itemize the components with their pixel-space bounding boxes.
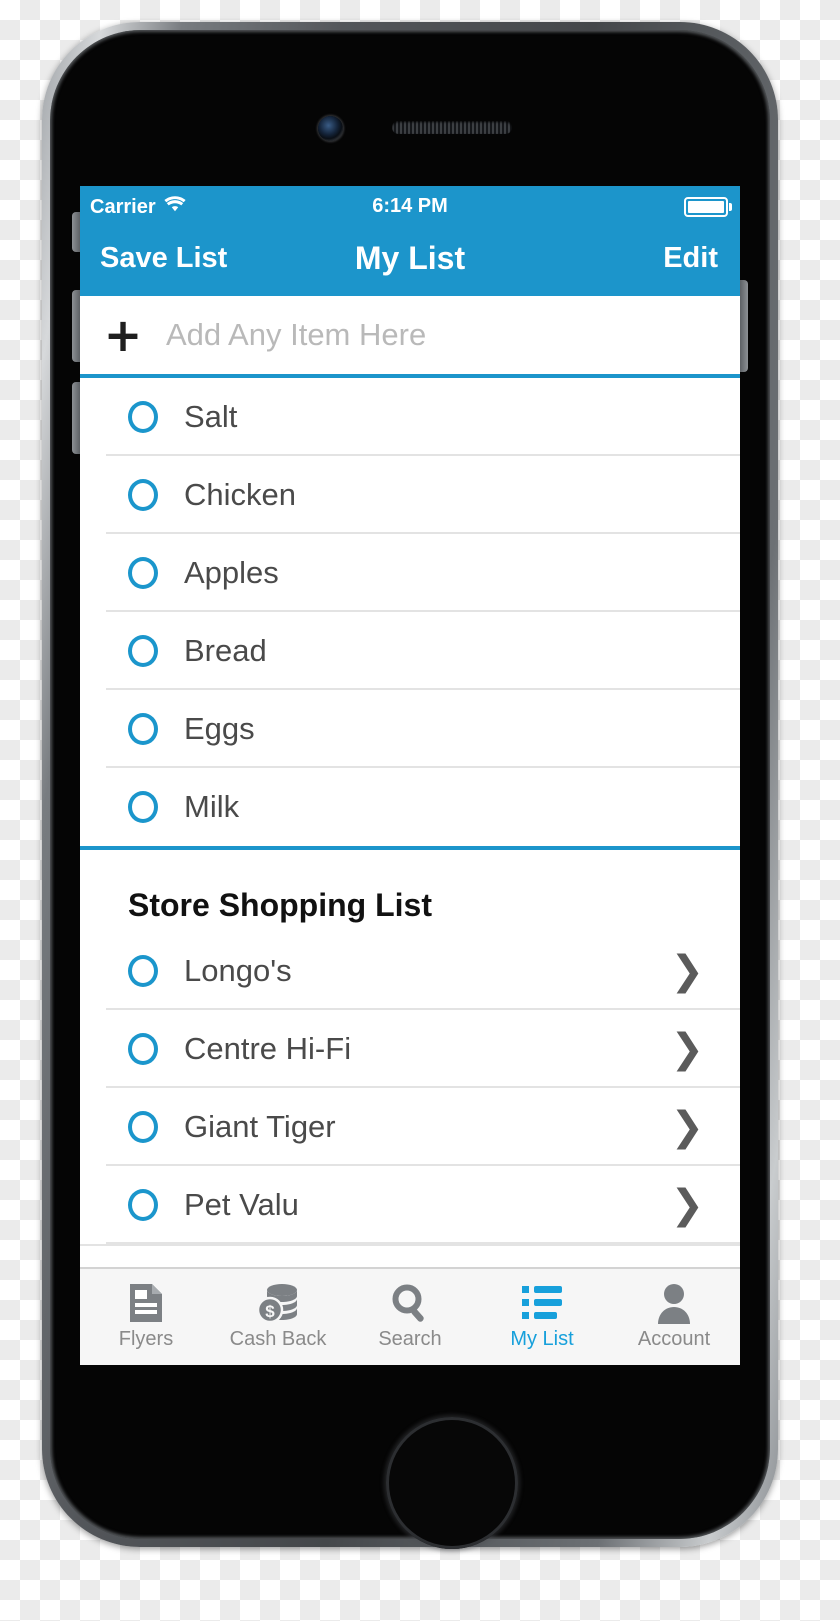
list-item-label: Chicken xyxy=(184,477,296,512)
tab-label: Flyers xyxy=(118,1328,174,1350)
my-list-section: Salt Chicken Apples Bread Eggs Milk xyxy=(80,378,740,846)
page-title: My List xyxy=(354,240,466,276)
edit-button[interactable]: Edit xyxy=(663,242,718,275)
list-item-label: Apples xyxy=(184,555,279,590)
status-bar: Carrier 6:14 PM xyxy=(80,186,740,228)
earpiece-speaker xyxy=(392,121,512,134)
tab-search[interactable]: Search xyxy=(344,1269,476,1365)
status-clock: 6:14 PM xyxy=(372,195,448,217)
list-item[interactable]: Salt xyxy=(80,378,740,456)
list-item[interactable]: Longo's ❯ xyxy=(80,932,740,1010)
list-item[interactable]: Centre Hi-Fi ❯ xyxy=(80,1010,740,1088)
circle-unchecked-icon[interactable] xyxy=(128,791,158,823)
list-icon xyxy=(521,1281,563,1325)
circle-unchecked-icon[interactable] xyxy=(128,635,158,667)
list-item-label: Longo's xyxy=(184,953,292,988)
tab-label: My List xyxy=(510,1328,574,1350)
store-shopping-list-section: Longo's ❯ Centre Hi-Fi ❯ Giant Tiger ❯ Pet Val… xyxy=(80,932,740,1244)
list-item[interactable]: Apples xyxy=(80,534,740,612)
home-button[interactable] xyxy=(386,1417,518,1549)
chevron-right-icon[interactable]: ❯ xyxy=(670,1107,704,1147)
list-item-label: Bread xyxy=(184,633,267,668)
chevron-right-icon[interactable]: ❯ xyxy=(670,1029,704,1069)
phone-screen: Carrier 6:14 PM Save List My List Edit +… xyxy=(80,186,740,1365)
tab-label: Cash Back xyxy=(229,1328,327,1350)
circle-unchecked-icon[interactable] xyxy=(128,955,158,987)
add-item-row[interactable]: + xyxy=(80,296,740,378)
circle-unchecked-icon[interactable] xyxy=(128,1189,158,1221)
front-camera-icon xyxy=(318,116,343,141)
navigation-bar: Save List My List Edit xyxy=(80,228,740,296)
list-item-label: Milk xyxy=(184,789,240,824)
circle-unchecked-icon[interactable] xyxy=(128,1033,158,1065)
row-separator xyxy=(106,1242,740,1244)
coins-dollar-icon: $ xyxy=(256,1281,300,1325)
chevron-right-icon[interactable]: ❯ xyxy=(670,1185,704,1225)
store-section-heading: Store Shopping List xyxy=(80,850,740,932)
tab-label: Search xyxy=(378,1328,442,1350)
circle-unchecked-icon[interactable] xyxy=(128,479,158,511)
person-icon xyxy=(654,1281,694,1325)
tab-label: Account xyxy=(637,1328,711,1350)
add-item-input[interactable] xyxy=(166,317,740,353)
circle-unchecked-icon[interactable] xyxy=(128,713,158,745)
circle-unchecked-icon[interactable] xyxy=(128,1111,158,1143)
list-item-label: Centre Hi-Fi xyxy=(184,1031,352,1066)
list-item[interactable]: Pet Valu ❯ xyxy=(80,1166,740,1244)
svg-text:$: $ xyxy=(265,1302,275,1321)
plus-icon[interactable]: + xyxy=(80,312,166,358)
tab-account[interactable]: Account xyxy=(608,1269,740,1365)
tab-bar: Flyers $ Cash Back Search My List Account xyxy=(80,1267,740,1365)
list-item[interactable]: Chicken xyxy=(80,456,740,534)
circle-unchecked-icon[interactable] xyxy=(128,557,158,589)
circle-unchecked-icon[interactable] xyxy=(128,401,158,433)
chevron-right-icon[interactable]: ❯ xyxy=(670,951,704,991)
battery-icon xyxy=(683,197,732,217)
list-item-label: Pet Valu xyxy=(184,1187,299,1222)
flyer-document-icon xyxy=(126,1281,166,1325)
tab-my-list[interactable]: My List xyxy=(476,1269,608,1365)
list-item-label: Giant Tiger xyxy=(184,1109,336,1144)
list-item[interactable]: Giant Tiger ❯ xyxy=(80,1088,740,1166)
list-item[interactable]: Eggs xyxy=(80,690,740,768)
list-item-label: Salt xyxy=(184,399,238,434)
search-icon xyxy=(389,1281,431,1325)
tab-cash-back[interactable]: $ Cash Back xyxy=(212,1269,344,1365)
list-item[interactable]: Milk xyxy=(80,768,740,846)
list-item[interactable]: Bread xyxy=(80,612,740,690)
tab-flyers[interactable]: Flyers xyxy=(80,1269,212,1365)
list-item-label: Eggs xyxy=(184,711,255,746)
